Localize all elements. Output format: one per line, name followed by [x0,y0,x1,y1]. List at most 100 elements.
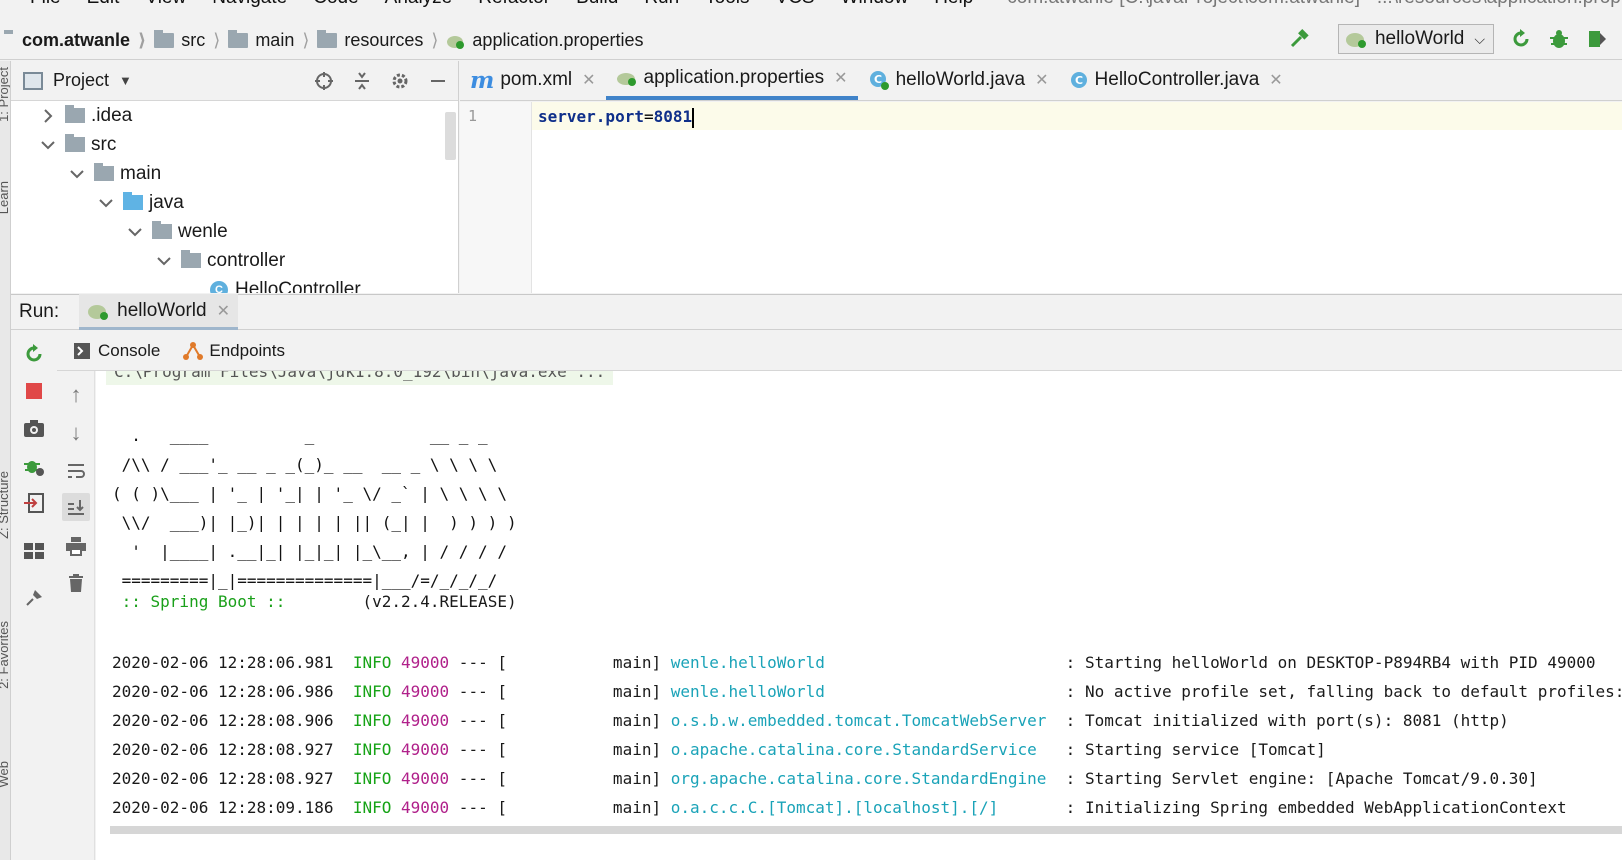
console-horizontal-scrollbar[interactable] [110,826,1622,834]
login-arrow-icon[interactable] [21,490,47,516]
spring-boot-version-line: :: Spring Boot :: (v2.2.4.RELEASE) [112,592,517,611]
project-tool-label[interactable]: 1: Project [0,67,10,122]
chevron-down-icon[interactable] [99,198,113,208]
breadcrumb-item[interactable]: com.atwanle ⟩ [4,30,146,51]
favorites-tool-label[interactable]: 2: Favorites [0,621,10,689]
learn-tool-label[interactable]: Learn [0,181,10,214]
menu-item-file[interactable]: File [30,0,61,9]
close-icon[interactable]: ✕ [1269,70,1282,90]
close-icon[interactable]: ✕ [217,301,230,321]
tree-item[interactable]: wenle [11,217,458,246]
folder-icon [317,30,338,48]
tab-endpoints[interactable]: Endpoints [182,341,285,361]
breadcrumb-item[interactable]: src ⟩ [154,30,220,51]
log-timestamp: 2020-02-06 12:28:08.927 [112,769,334,788]
code-line[interactable]: server.port=8081 [538,107,695,128]
close-icon[interactable]: ✕ [1035,70,1048,90]
breadcrumb-item[interactable]: main ⟩ [228,30,309,51]
menu-item-tools[interactable]: Tools [705,0,749,9]
menu-item-analyze[interactable]: Analyze [385,0,453,9]
editor-tab[interactable]: application.properties ✕ [605,60,858,100]
print-icon[interactable] [62,532,90,560]
arrow-up-icon[interactable]: ↑ [62,381,90,409]
log-timestamp: 2020-02-06 12:28:09.186 [112,798,334,817]
tree-item[interactable]: C HelloController [11,275,458,293]
breadcrumb: com.atwanle ⟩ src ⟩ main ⟩ resources ⟩ applicati… [0,30,652,51]
stop-icon[interactable] [21,378,47,404]
menu-item-run[interactable]: Run [644,0,679,9]
line-number: 1 [468,107,478,125]
banner-line: . ____ _ __ _ _ [112,426,488,445]
run-tab-helloworld[interactable]: helloWorld ✕ [79,294,238,330]
build-hammer-icon[interactable] [1286,26,1312,52]
close-icon[interactable]: ✕ [582,70,595,90]
rerun-icon[interactable] [21,341,47,367]
gear-icon[interactable] [388,69,412,93]
pin-icon[interactable] [21,585,47,611]
log-level: INFO [352,682,392,701]
editor-tab[interactable]: ChelloWorld.java ✕ [858,60,1059,100]
log-message: : Tomcat initialized with port(s): 8081 … [1056,711,1509,730]
breadcrumb-item[interactable]: resources ⟩ [317,30,438,51]
arrow-down-icon[interactable]: ↓ [62,419,90,447]
web-tool-label[interactable]: Web [0,761,10,788]
menu-item-view[interactable]: View [145,0,186,9]
debug-settings-icon[interactable] [21,453,47,479]
menu-item-code[interactable]: Code [313,0,358,9]
log-timestamp: 2020-02-06 12:28:08.927 [112,740,334,759]
collapse-all-icon[interactable] [350,69,374,93]
spring-banner: . ____ _ __ _ _ /\\ / ___'_ __ _ _(_)_ _… [112,421,517,595]
menu-item-window[interactable]: Window [841,0,909,9]
chevron-down-icon[interactable] [128,227,142,237]
log-message: : Starting Servlet engine: [Apache Tomca… [1056,769,1538,788]
chevron-right-icon[interactable] [41,108,55,123]
log-thread: --- [ main] [449,740,671,759]
scroll-to-end-icon[interactable] [62,493,90,521]
rerun-icon[interactable] [1508,26,1534,52]
menu-item-build[interactable]: Build [576,0,618,9]
run-configuration-select[interactable]: helloWorld ⌵ [1337,24,1494,54]
menu-item-navigate[interactable]: Navigate [212,0,287,9]
chevron-down-icon[interactable]: ▼ [119,73,132,88]
tree-item[interactable]: .idea [11,101,458,130]
tree-item[interactable]: controller [11,246,458,275]
log-line: 2020-02-06 12:28:09.186 INFO 49000 --- [… [112,793,1567,822]
editor-tab[interactable]: m pom.xml ✕ [460,60,606,100]
menu-item-edit[interactable]: Edit [87,0,120,9]
menu-item-help[interactable]: Help [934,0,973,9]
chevron-down-icon: ⌵ [1474,30,1485,47]
soft-wrap-icon[interactable] [62,457,90,485]
chevron-down-icon[interactable] [70,169,84,179]
class-icon: C [1069,70,1089,90]
structure-tool-label[interactable]: Z: Structure [0,471,10,539]
minimize-icon[interactable] [426,69,450,93]
code-editor[interactable]: 1 server.port=8081 [460,102,1622,293]
project-panel-title[interactable]: Project [53,70,109,91]
tree-item[interactable]: java [11,188,458,217]
menu-item-refactor[interactable]: Refactor [478,0,550,9]
editor-tab[interactable]: C HelloController.java ✕ [1059,60,1293,100]
close-icon[interactable]: ✕ [834,68,847,88]
trash-icon[interactable] [62,569,90,597]
tree-item[interactable]: main [11,159,458,188]
camera-icon[interactable] [21,415,47,441]
log-thread: --- [ main] [449,798,671,817]
tab-console[interactable]: Console [73,341,160,361]
coverage-icon[interactable] [1584,26,1610,52]
menu-item-vcs[interactable]: VCS [776,0,815,9]
log-thread: --- [ main] [449,769,671,788]
debug-bug-icon[interactable] [1546,26,1572,52]
layout-icon[interactable] [21,538,47,564]
chevron-down-icon[interactable] [157,256,171,266]
tree-item[interactable]: src [11,130,458,159]
spring-boot-label: :: Spring Boot :: [112,592,296,611]
locate-target-icon[interactable] [312,69,336,93]
chevron-down-icon[interactable] [41,140,55,150]
console-output[interactable]: C:\Program Files\Java\jdk1.8.0_192\bin\j… [96,371,1622,860]
log-thread: --- [ main] [449,711,671,730]
project-scrollbar[interactable] [445,112,456,160]
breadcrumb-item[interactable]: application.properties [446,30,644,51]
svg-text:C: C [1075,74,1083,87]
console-subtabs: Console Endpoints [57,331,1622,371]
tree-item-label: wenle [178,220,228,242]
